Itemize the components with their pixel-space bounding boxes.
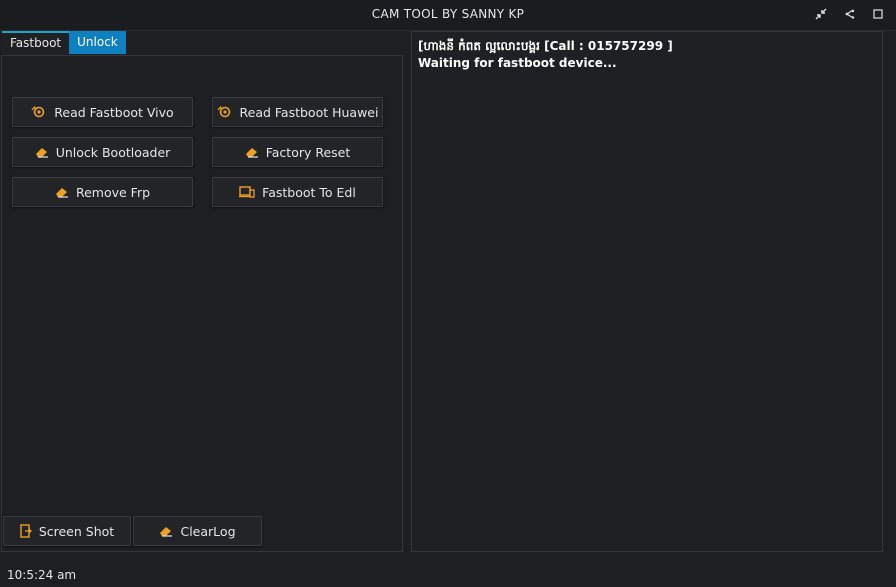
read-fastboot-huawei-label: Read Fastboot Huawei xyxy=(239,104,379,120)
share-icon[interactable] xyxy=(842,6,858,22)
window-title: CAM TOOL BY SANNY KP xyxy=(371,7,525,21)
fastboot-to-edl-label: Fastboot To Edl xyxy=(262,184,356,200)
status-time: 10:5:24 am xyxy=(7,568,77,582)
tab-fastboot[interactable]: Fastboot xyxy=(2,31,70,54)
log-panel[interactable]: [ហាងនី កំពត ល្អលោះបង្គរ [Call : 01575729… xyxy=(411,31,883,552)
refresh-icon xyxy=(217,105,230,118)
log-line-contact: [ហាងនី កំពត ល្អលោះបង្គរ [Call : 01575729… xyxy=(418,39,673,53)
eraser-icon xyxy=(160,527,173,537)
unlock-bootloader-label: Unlock Bootloader xyxy=(55,144,171,160)
factory-reset-button[interactable]: Factory Reset xyxy=(212,137,383,167)
refresh-icon xyxy=(31,105,45,118)
eraser-icon xyxy=(245,148,258,158)
remove-frp-label: Remove Frp xyxy=(75,184,151,200)
devices-icon xyxy=(239,186,255,198)
screen-shot-button[interactable]: Screen Shot xyxy=(3,516,131,546)
unlock-bootloader-button[interactable]: Unlock Bootloader xyxy=(12,137,193,167)
title-bar: CAM TOOL BY SANNY KP xyxy=(0,0,896,31)
read-fastboot-vivo-button[interactable]: Read Fastboot Vivo xyxy=(12,97,193,127)
read-fastboot-huawei-button[interactable]: Read Fastboot Huawei xyxy=(212,97,383,127)
clear-log-button[interactable]: ClearLog xyxy=(133,516,262,546)
fastboot-to-edl-button[interactable]: Fastboot To Edl xyxy=(212,177,383,207)
log-line-status: Waiting for fastboot device... xyxy=(418,56,617,70)
clear-log-label: ClearLog xyxy=(180,523,236,539)
left-panel xyxy=(1,55,403,552)
read-fastboot-vivo-label: Read Fastboot Vivo xyxy=(54,104,174,120)
eraser-icon xyxy=(35,148,48,158)
remove-frp-button[interactable]: Remove Frp xyxy=(12,177,193,207)
tab-bar: Fastboot Unlock xyxy=(2,31,126,54)
screen-shot-label: Screen Shot xyxy=(38,523,115,539)
exit-door-icon xyxy=(20,524,32,538)
eraser-icon xyxy=(55,188,68,198)
tab-unlock[interactable]: Unlock xyxy=(69,31,126,54)
maximize-icon[interactable] xyxy=(870,6,886,22)
factory-reset-label: Factory Reset xyxy=(265,144,351,160)
collapse-icon[interactable] xyxy=(813,6,829,22)
